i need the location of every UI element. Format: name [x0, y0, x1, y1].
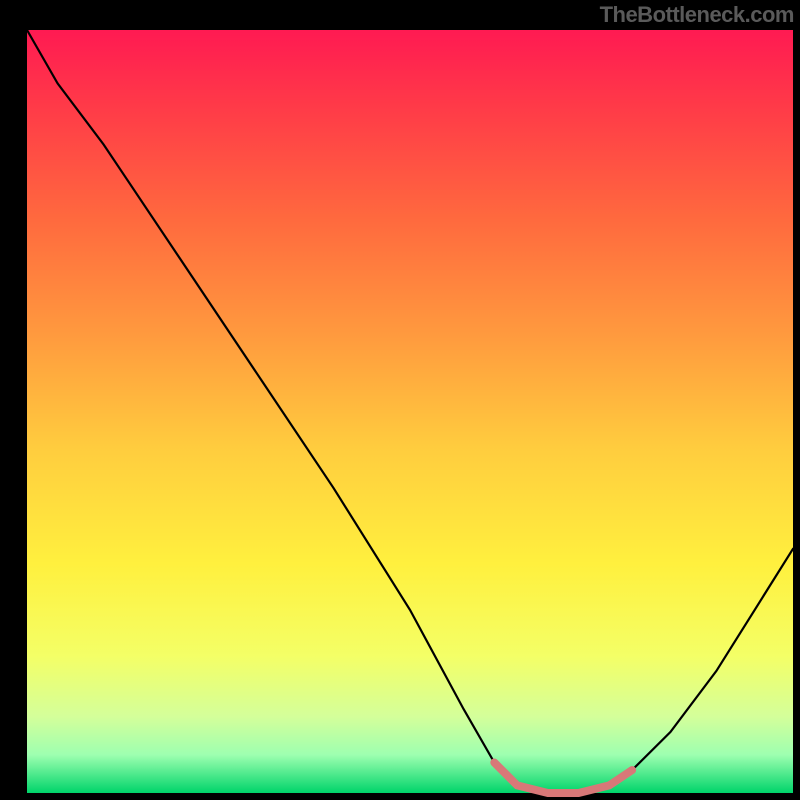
plot-background — [27, 30, 793, 793]
chart-svg — [0, 0, 800, 800]
bottleneck-chart: TheBottleneck.com — [0, 0, 800, 800]
